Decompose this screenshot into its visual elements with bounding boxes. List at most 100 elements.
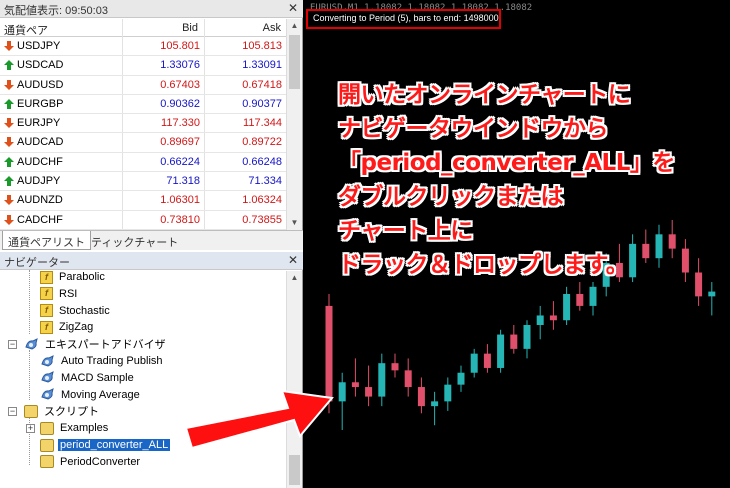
price-down-icon xyxy=(4,79,14,90)
annotation-line: チャート上に xyxy=(338,218,473,244)
table-row[interactable]: AUDUSD 0.67403 0.67418 xyxy=(0,76,287,95)
price-up-icon xyxy=(4,98,14,109)
navigator-item[interactable]: f ZigZag xyxy=(40,319,95,335)
navigator-item-label: Moving Average xyxy=(61,388,140,401)
symbol-cell: AUDUSD xyxy=(17,78,64,91)
navigator-item[interactable]: Moving Average xyxy=(40,387,142,403)
market-watch-scrollbar[interactable]: ▲ ▼ xyxy=(286,19,302,230)
symbol-cell: USDCAD xyxy=(17,59,64,72)
symbol-cell: AUDJPY xyxy=(17,175,61,188)
column-header-symbol[interactable]: 通貨ペア xyxy=(4,22,48,38)
annotation-line: 「period_converter_ALL」を xyxy=(338,150,675,176)
candle-body xyxy=(483,353,491,368)
ask-cell: 71.334 xyxy=(248,175,282,188)
collapse-toggle-icon[interactable]: − xyxy=(8,340,17,350)
table-row[interactable]: EURJPY 117.330 117.344 xyxy=(0,114,287,134)
tab-symbols[interactable]: 通貨ペアリスト xyxy=(2,231,91,250)
navigator-panel: ナビゲーター ✕ f Parabolic f RSI f Stochastic f ZigZa… xyxy=(0,252,303,488)
column-header-ask[interactable]: Ask xyxy=(263,22,281,34)
market-watch-tabs: 通貨ペアリスト ティックチャート xyxy=(0,230,303,250)
candle-body xyxy=(523,325,531,349)
indicator-icon: f xyxy=(40,287,53,301)
ask-cell: 117.344 xyxy=(243,117,282,130)
bid-cell: 71.318 xyxy=(166,175,200,188)
table-row[interactable]: USDCAD 1.33076 1.33091 xyxy=(0,56,287,76)
ask-cell: 0.89722 xyxy=(242,136,282,149)
chart-window[interactable]: EURUSD,M1 1.18082 1.18082 1.18082 1.1808… xyxy=(303,0,730,488)
candle-body xyxy=(378,363,386,397)
scroll-thumb[interactable] xyxy=(289,455,300,485)
expert-advisor-icon xyxy=(41,354,54,367)
ask-cell: 0.67418 xyxy=(242,78,282,91)
symbol-cell: USDJPY xyxy=(17,40,61,52)
navigator-item[interactable]: Examples xyxy=(40,420,110,436)
navigator-item[interactable]: MACD Sample xyxy=(40,370,136,386)
table-row[interactable]: EURGBP 0.90362 0.90377 xyxy=(0,95,287,115)
expand-toggle-icon[interactable]: + xyxy=(26,424,35,434)
candle-body xyxy=(431,401,439,407)
navigator-item-label: Stochastic xyxy=(59,304,110,317)
navigator-item[interactable]: エキスパートアドバイザ xyxy=(24,336,168,352)
navigator-item-label: エキスパートアドバイザ xyxy=(45,339,166,352)
navigator-item-label: PeriodConverter xyxy=(60,455,141,468)
navigator-item[interactable]: f Parabolic xyxy=(40,269,107,285)
navigator-item[interactable]: スクリプト xyxy=(24,403,101,419)
price-down-icon xyxy=(4,41,14,51)
bid-cell: 1.33076 xyxy=(160,59,200,72)
navigator-item[interactable]: period_converter_ALL xyxy=(40,437,171,453)
navigator-item[interactable]: PeriodConverter xyxy=(40,454,142,470)
price-up-icon xyxy=(4,60,14,71)
navigator-item-label: RSI xyxy=(59,287,78,300)
candle-body xyxy=(457,372,465,385)
market-watch-close-icon[interactable]: ✕ xyxy=(288,1,298,15)
navigator-item[interactable]: Auto Trading Publish xyxy=(40,353,165,369)
indicator-icon: f xyxy=(40,304,53,318)
scroll-down-icon[interactable]: ▼ xyxy=(287,216,302,230)
navigator-scrollbar[interactable]: ▲ xyxy=(286,271,302,488)
table-row[interactable]: AUDJPY 71.318 71.334 xyxy=(0,172,287,192)
script-icon xyxy=(40,438,54,452)
expert-advisor-icon xyxy=(25,337,38,350)
market-watch-panel: 気配値表示: 09:50:03 ✕ 通貨ペア Bid Ask USDJPY 105… xyxy=(0,0,303,250)
annotation-line: ナビゲータウインドウから xyxy=(338,116,609,142)
navigator-item[interactable]: f RSI xyxy=(40,286,79,302)
ask-cell: 105.813 xyxy=(242,40,282,52)
candle-body xyxy=(510,334,518,349)
bid-cell: 0.89697 xyxy=(160,136,200,149)
conversion-status: Converting to Period (5), bars to end: 1… xyxy=(313,13,499,23)
scroll-up-icon[interactable]: ▲ xyxy=(287,271,302,285)
table-row[interactable]: AUDNZD 1.06301 1.06324 xyxy=(0,191,287,211)
symbol-cell: AUDCAD xyxy=(17,136,64,149)
navigator-item-label: MACD Sample xyxy=(61,371,134,384)
market-watch-title-bar: 気配値表示: 09:50:03 ✕ xyxy=(0,0,303,18)
table-row[interactable]: CADCHF 0.73810 0.73855 xyxy=(0,211,287,230)
column-header-bid[interactable]: Bid xyxy=(182,22,198,34)
navigator-item-label: Examples xyxy=(60,422,109,435)
price-up-icon xyxy=(4,176,14,187)
candle-body xyxy=(470,353,478,373)
price-down-icon xyxy=(4,214,14,225)
table-row[interactable]: USDJPY 105.801 105.813 xyxy=(0,37,287,57)
navigator-close-icon[interactable]: ✕ xyxy=(288,253,298,267)
navigator-item-label: period_converter_ALL xyxy=(58,439,171,451)
bid-cell: 0.67403 xyxy=(160,78,200,91)
scroll-up-icon[interactable]: ▲ xyxy=(287,19,302,33)
price-down-icon xyxy=(4,137,14,148)
script-icon xyxy=(24,404,38,418)
market-watch-title: 気配値表示: 09:50:03 xyxy=(4,5,108,17)
navigator-item-label: スクリプト xyxy=(44,406,99,419)
bid-cell: 0.66224 xyxy=(160,155,200,168)
symbol-cell: CADCHF xyxy=(17,213,63,226)
candle-body xyxy=(563,293,571,321)
script-icon xyxy=(40,455,54,469)
navigator-item[interactable]: f Stochastic xyxy=(40,303,112,319)
table-row[interactable]: AUDCAD 0.89697 0.89722 xyxy=(0,133,287,153)
collapse-toggle-icon[interactable]: − xyxy=(8,407,17,417)
navigator-title-bar: ナビゲーター ✕ xyxy=(0,252,303,270)
ask-cell: 0.73855 xyxy=(242,213,282,226)
table-row[interactable]: AUDCHF 0.66224 0.66248 xyxy=(0,153,287,173)
symbol-cell: EURGBP xyxy=(17,97,64,110)
tab-tick-chart[interactable]: ティックチャート xyxy=(86,231,183,250)
scroll-thumb[interactable] xyxy=(289,35,300,89)
candle-body xyxy=(497,334,505,368)
